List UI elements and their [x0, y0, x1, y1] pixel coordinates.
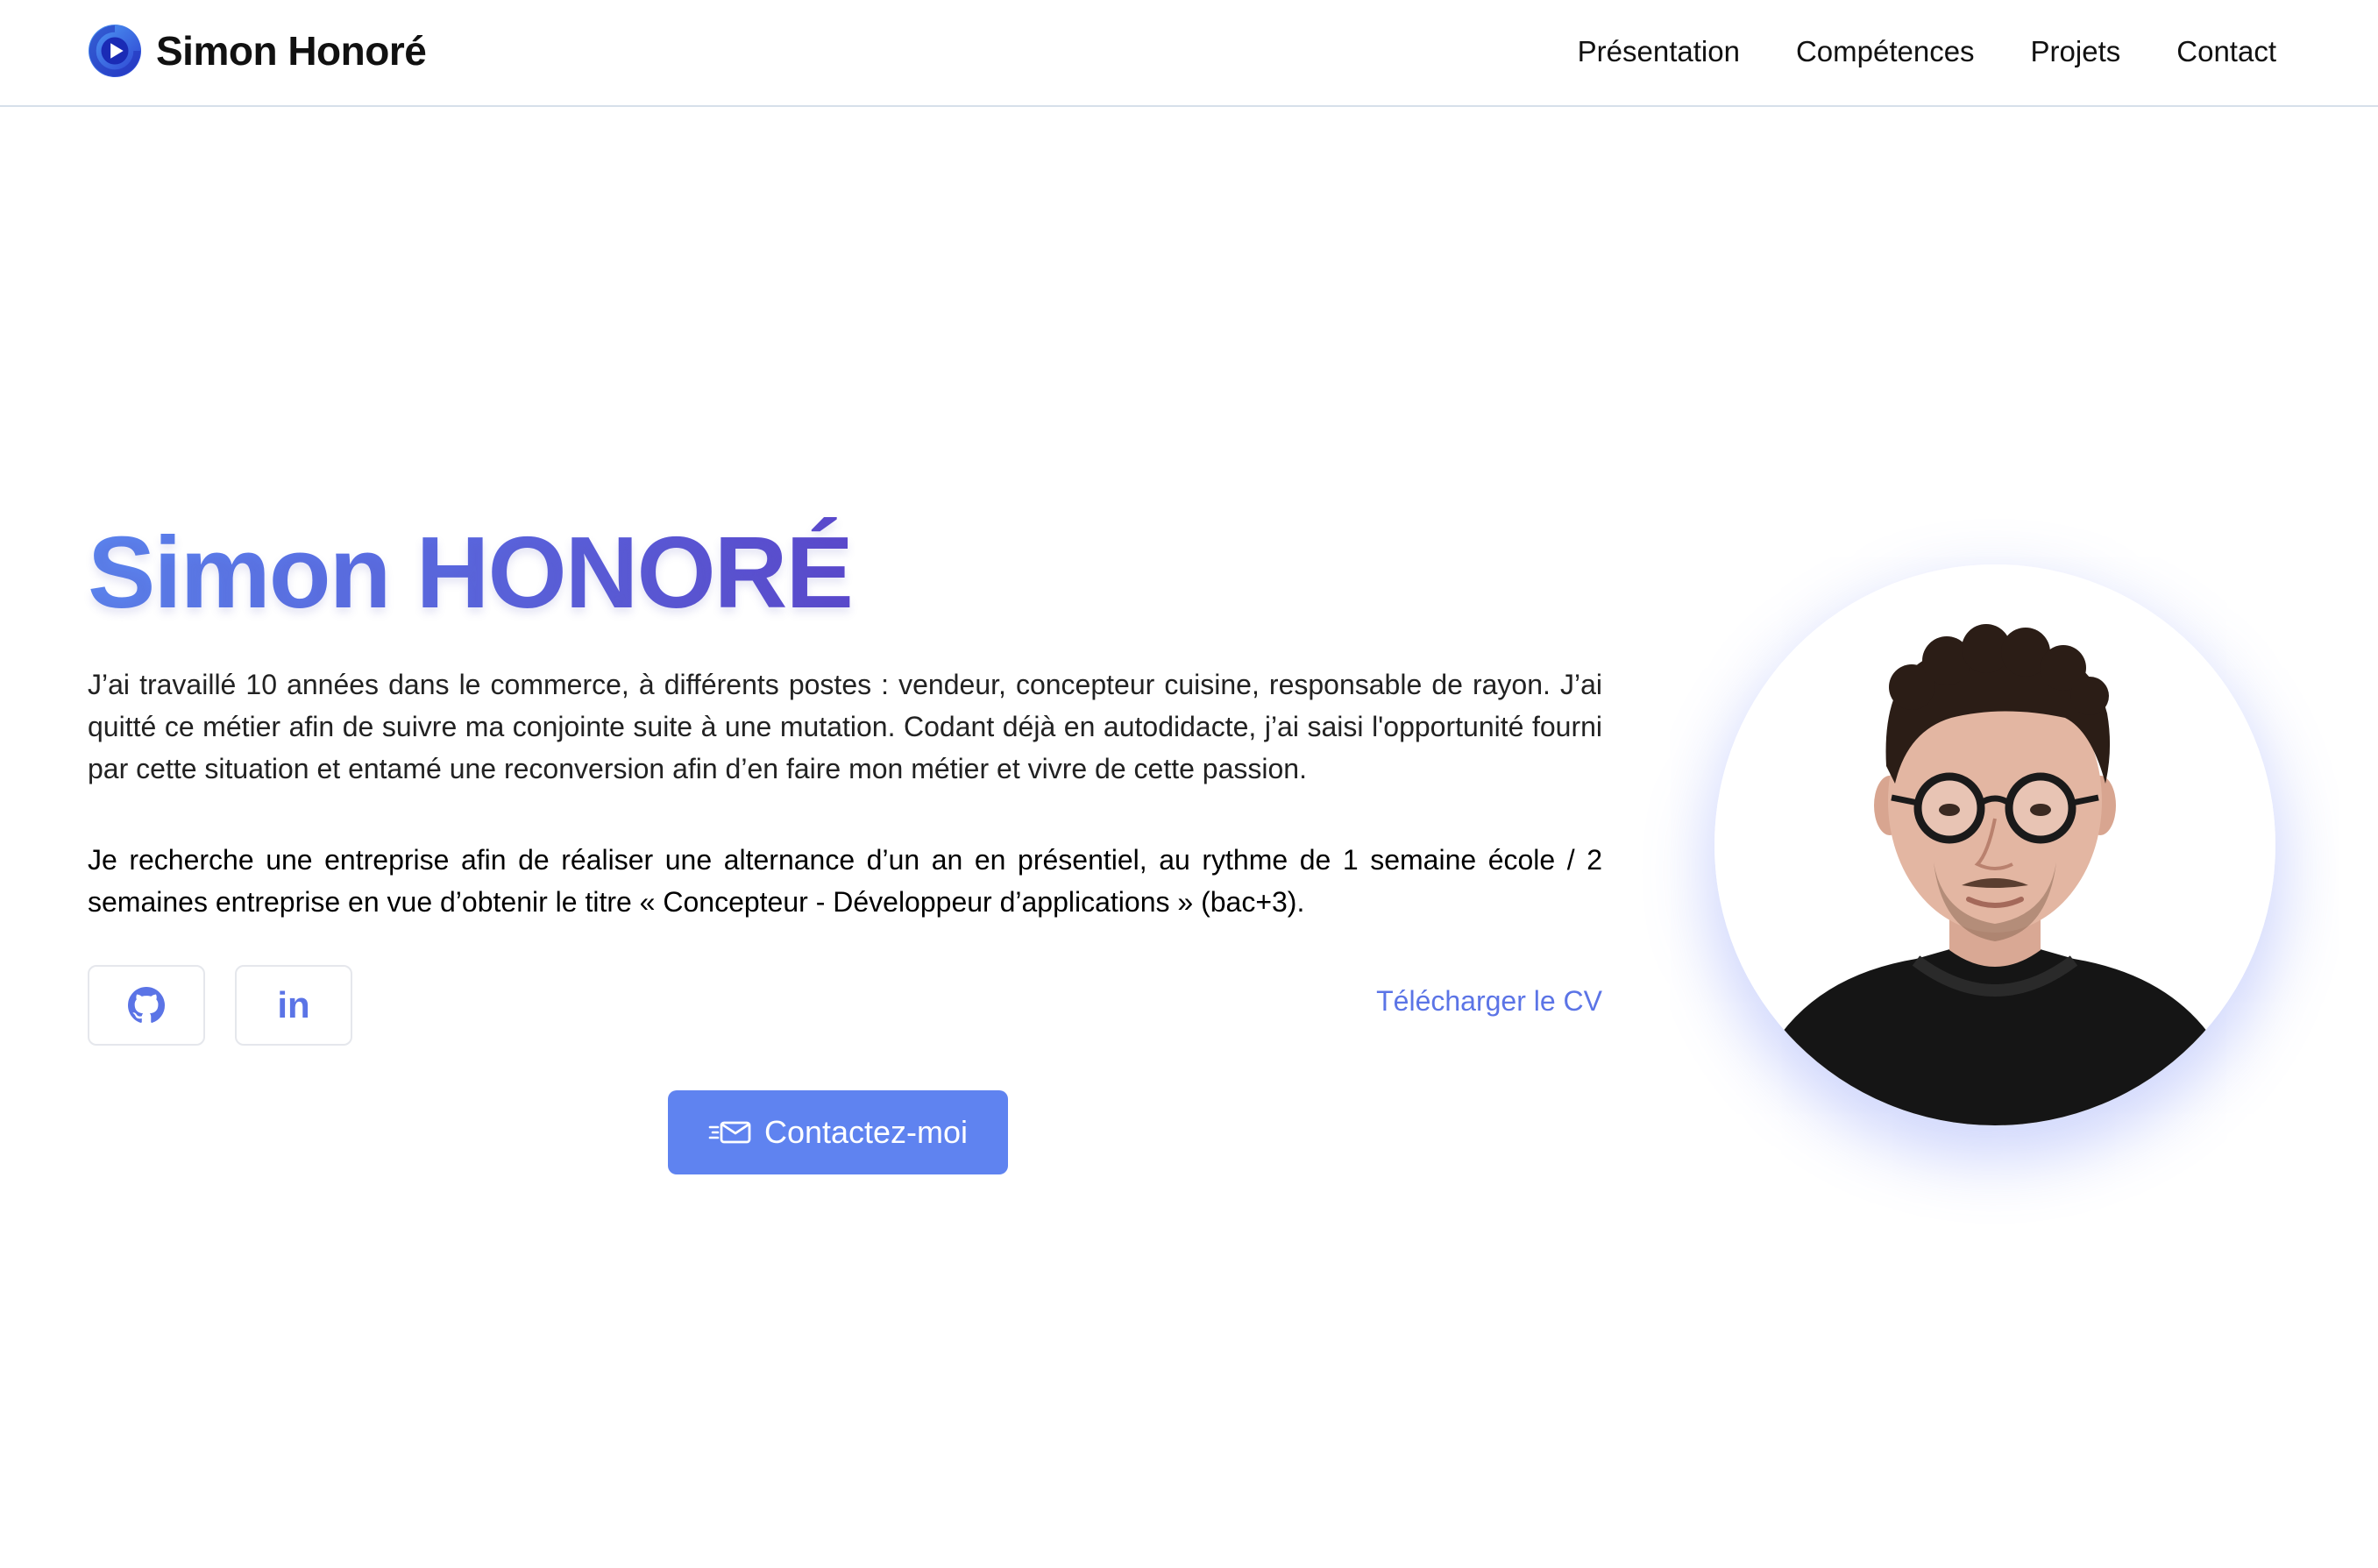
fast-mail-icon — [708, 1121, 751, 1144]
nav-link-presentation[interactable]: Présentation — [1578, 35, 1740, 68]
github-icon — [128, 987, 165, 1023]
contact-me-button[interactable]: Contactez-moi — [668, 1090, 1008, 1174]
play-logo-icon[interactable] — [88, 24, 142, 78]
nav-link-contact[interactable]: Contact — [2176, 35, 2276, 68]
linkedin-icon: in — [277, 984, 310, 1025]
nav-link-competences[interactable]: Compétences — [1796, 35, 1975, 68]
profile-portrait-illustration — [1714, 624, 2275, 1125]
github-button[interactable] — [88, 965, 205, 1046]
bio-goal-paragraph: Je recherche une entreprise afin de réal… — [88, 844, 1602, 918]
site-header: Simon Honoré Présentation Compétences Pr… — [0, 0, 2378, 107]
download-cv-link[interactable]: Télécharger le CV — [1376, 985, 1602, 1018]
hero-title: Simon HONORÉ — [88, 507, 854, 638]
main-nav: Présentation Compétences Projets Contact — [1578, 0, 2276, 103]
nav-link-projets[interactable]: Projets — [2031, 35, 2121, 68]
linkedin-button[interactable]: in — [235, 965, 352, 1046]
contact-me-label: Contactez-moi — [763, 1114, 969, 1150]
bio-paragraph: J’ai travaillé 10 années dans le commerc… — [88, 669, 1602, 784]
brand-name[interactable]: Simon Honoré — [156, 23, 427, 79]
profile-photo — [1714, 564, 2275, 1125]
